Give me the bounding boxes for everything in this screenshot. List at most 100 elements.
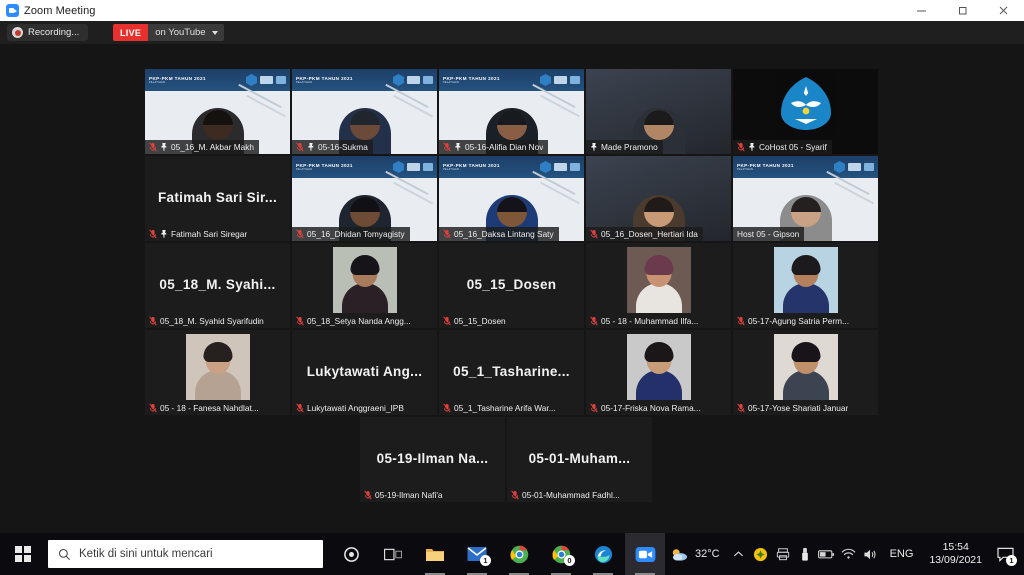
participant-name-label: Made Pramono [586, 140, 663, 154]
wifi-icon[interactable] [838, 533, 860, 575]
pin-icon [748, 142, 756, 152]
participant-tile[interactable]: PKP-PKM TAHUN 2021PELATIHAN 05_16_Dhidan … [292, 156, 437, 241]
participant-tile[interactable]: 05 - 18 - Muhammad Ilfa... [586, 243, 731, 328]
participant-name-label: 05_16_Dosen_Hertiari Ida [586, 227, 703, 241]
participant-tile[interactable]: Lukytawati Ang...Lukytawati Anggraeni_IP… [292, 330, 437, 415]
virtual-background-banner: PKP-PKM TAHUN 2021PELATIHAN [292, 69, 437, 91]
windows-start-icon[interactable] [0, 533, 46, 575]
minimize-button[interactable] [901, 0, 942, 21]
live-stream-control[interactable]: LIVE on YouTube [113, 24, 224, 41]
mute-icon [364, 490, 372, 500]
chrome-badge: 0 [564, 555, 575, 566]
participant-tile[interactable]: 05_16_Dosen_Hertiari Ida [586, 156, 731, 241]
maximize-button[interactable] [942, 0, 983, 21]
banner-chip-icon [423, 76, 433, 84]
participant-tile[interactable]: PKP-PKM TAHUN 2021PELATIHAN05_16_Daksa L… [439, 156, 584, 241]
avatar [774, 247, 838, 313]
participant-tile[interactable]: 05 - 18 - Fanesa Nahdlat... [145, 330, 290, 415]
participant-name-label: 05-17-Agung Satria Perm... [733, 314, 854, 328]
taskbar-apps: 1 0 [331, 533, 665, 575]
record-icon [12, 27, 23, 38]
mute-icon [296, 142, 304, 152]
mute-icon [149, 316, 157, 326]
file-explorer-icon[interactable] [415, 533, 455, 575]
participant-name-label: 05 - 18 - Fanesa Nahdlat... [145, 401, 264, 415]
participant-tile[interactable]: Made Pramono [586, 69, 731, 154]
edge-icon[interactable] [583, 533, 623, 575]
mute-icon [590, 229, 598, 239]
virtual-background-banner: PKP-PKM TAHUN 2021PELATIHAN [145, 69, 290, 91]
search-input[interactable]: Ketik di sini untuk mencari [48, 540, 323, 568]
recording-button[interactable]: Recording... [7, 24, 88, 41]
volume-icon[interactable] [860, 533, 882, 575]
clock[interactable]: 15:54 13/09/2021 [921, 541, 990, 567]
participant-name-label: 05 - 18 - Muhammad Ilfa... [586, 314, 703, 328]
participant-tile[interactable]: 05_1_Tasharine...05_1_Tasharine Arifa Wa… [439, 330, 584, 415]
participant-tile[interactable]: 05-19-Ilman Na...05-19-Ilman Nafi'a [360, 417, 505, 502]
language-indicator[interactable]: ENG [882, 548, 922, 560]
shield-icon[interactable] [750, 533, 772, 575]
banner-chip-icon [570, 76, 580, 84]
participant-tile[interactable]: 05_18_M. Syahi...05_18_M. Syahid Syarifu… [145, 243, 290, 328]
virtual-background-banner: PKP-PKM TAHUN 2021PELATIHAN [292, 156, 437, 178]
mail-badge: 1 [480, 555, 491, 566]
mute-icon [296, 229, 304, 239]
participant-tile[interactable]: 05_18_Setya Nanda Angg... [292, 243, 437, 328]
mute-icon [737, 403, 745, 413]
participant-tile[interactable]: PKP-PKM TAHUN 2021PELATIHAN05_16_M. Akba… [145, 69, 290, 154]
participant-name-label: 05-19-Ilman Nafi'a [360, 488, 448, 502]
banner-chip-icon [276, 76, 286, 84]
banner-chip-icon [554, 163, 567, 171]
zoom-icon[interactable] [625, 533, 665, 575]
participant-tile[interactable]: 05-17-Friska Nova Rama... [586, 330, 731, 415]
clock-time: 15:54 [943, 541, 969, 554]
system-tray: 32°C ENG 15:54 13/09/2021 1 [670, 533, 1024, 575]
weather-widget[interactable]: 32°C [670, 547, 720, 562]
participant-tile[interactable]: CoHost 05 - Syarif [733, 69, 878, 154]
banner-logo-icon [393, 74, 404, 86]
participant-name-text: Fatimah Sari Siregar [171, 229, 247, 239]
chrome-icon[interactable] [499, 533, 539, 575]
participant-tile[interactable]: 05-17-Agung Satria Perm... [733, 243, 878, 328]
participant-tile[interactable]: PKP-PKM TAHUN 2021PELATIHAN05-16-Alifia … [439, 69, 584, 154]
mute-icon [149, 403, 157, 413]
mail-icon[interactable]: 1 [457, 533, 497, 575]
virtual-background-banner: PKP-PKM TAHUN 2021PELATIHAN [439, 69, 584, 91]
banner-logo-icon [246, 74, 257, 86]
search-placeholder: Ketik di sini untuk mencari [79, 548, 213, 560]
banner-chip-icon [554, 76, 567, 84]
participant-tile[interactable]: 05-01-Muham...05-01-Muhammad Fadhl... [507, 417, 652, 502]
participant-name-label: 05-17-Friska Nova Rama... [586, 401, 706, 415]
gallery-row: PKP-PKM TAHUN 2021PELATIHAN05_16_M. Akba… [145, 69, 880, 154]
virtual-background-banner: PKP-PKM TAHUN 2021PELATIHAN [439, 156, 584, 178]
participant-tile[interactable]: PKP-PKM TAHUN 2021PELATIHAN05-16-Sukma [292, 69, 437, 154]
participant-gallery: PKP-PKM TAHUN 2021PELATIHAN05_16_M. Akba… [145, 69, 880, 504]
banner-logo-icon [540, 74, 551, 86]
tut-wuri-handayani-logo-icon [775, 73, 837, 135]
live-badge: LIVE [113, 24, 148, 41]
participant-name-text: Lukytawati Anggraeni_IPB [307, 403, 404, 413]
participant-name-label: 05_1_Tasharine Arifa War... [439, 401, 561, 415]
banner-chip-icon [407, 76, 420, 84]
usb-icon[interactable] [794, 533, 816, 575]
participant-tile[interactable]: PKP-PKM TAHUN 2021PELATIHAN Host 05 - Gip… [733, 156, 878, 241]
printer-icon[interactable] [772, 533, 794, 575]
close-button[interactable] [983, 0, 1024, 21]
participant-tile[interactable]: 05_15_Dosen05_15_Dosen [439, 243, 584, 328]
task-view-icon[interactable] [373, 533, 413, 575]
cortana-icon[interactable] [331, 533, 371, 575]
chrome-icon[interactable]: 0 [541, 533, 581, 575]
participant-tile[interactable]: 05-17-Yose Shariati Januar [733, 330, 878, 415]
participant-name-text: Host 05 - Gipson [737, 229, 799, 239]
mute-icon [149, 229, 157, 239]
chevron-up-icon[interactable] [728, 533, 750, 575]
participant-name-text: 05_16_Dhidan Tomyagisty [307, 229, 405, 239]
live-target-dropdown[interactable]: on YouTube [148, 24, 223, 41]
zoom-toolbar: Recording... LIVE on YouTube [0, 21, 1024, 44]
window-controls [901, 0, 1024, 21]
battery-icon[interactable] [816, 533, 838, 575]
action-center-icon[interactable]: 1 [990, 533, 1020, 575]
participant-tile[interactable]: Fatimah Sari Sir...Fatimah Sari Siregar [145, 156, 290, 241]
live-target-label: on YouTube [155, 27, 205, 38]
virtual-background-banner: PKP-PKM TAHUN 2021PELATIHAN [733, 156, 878, 178]
